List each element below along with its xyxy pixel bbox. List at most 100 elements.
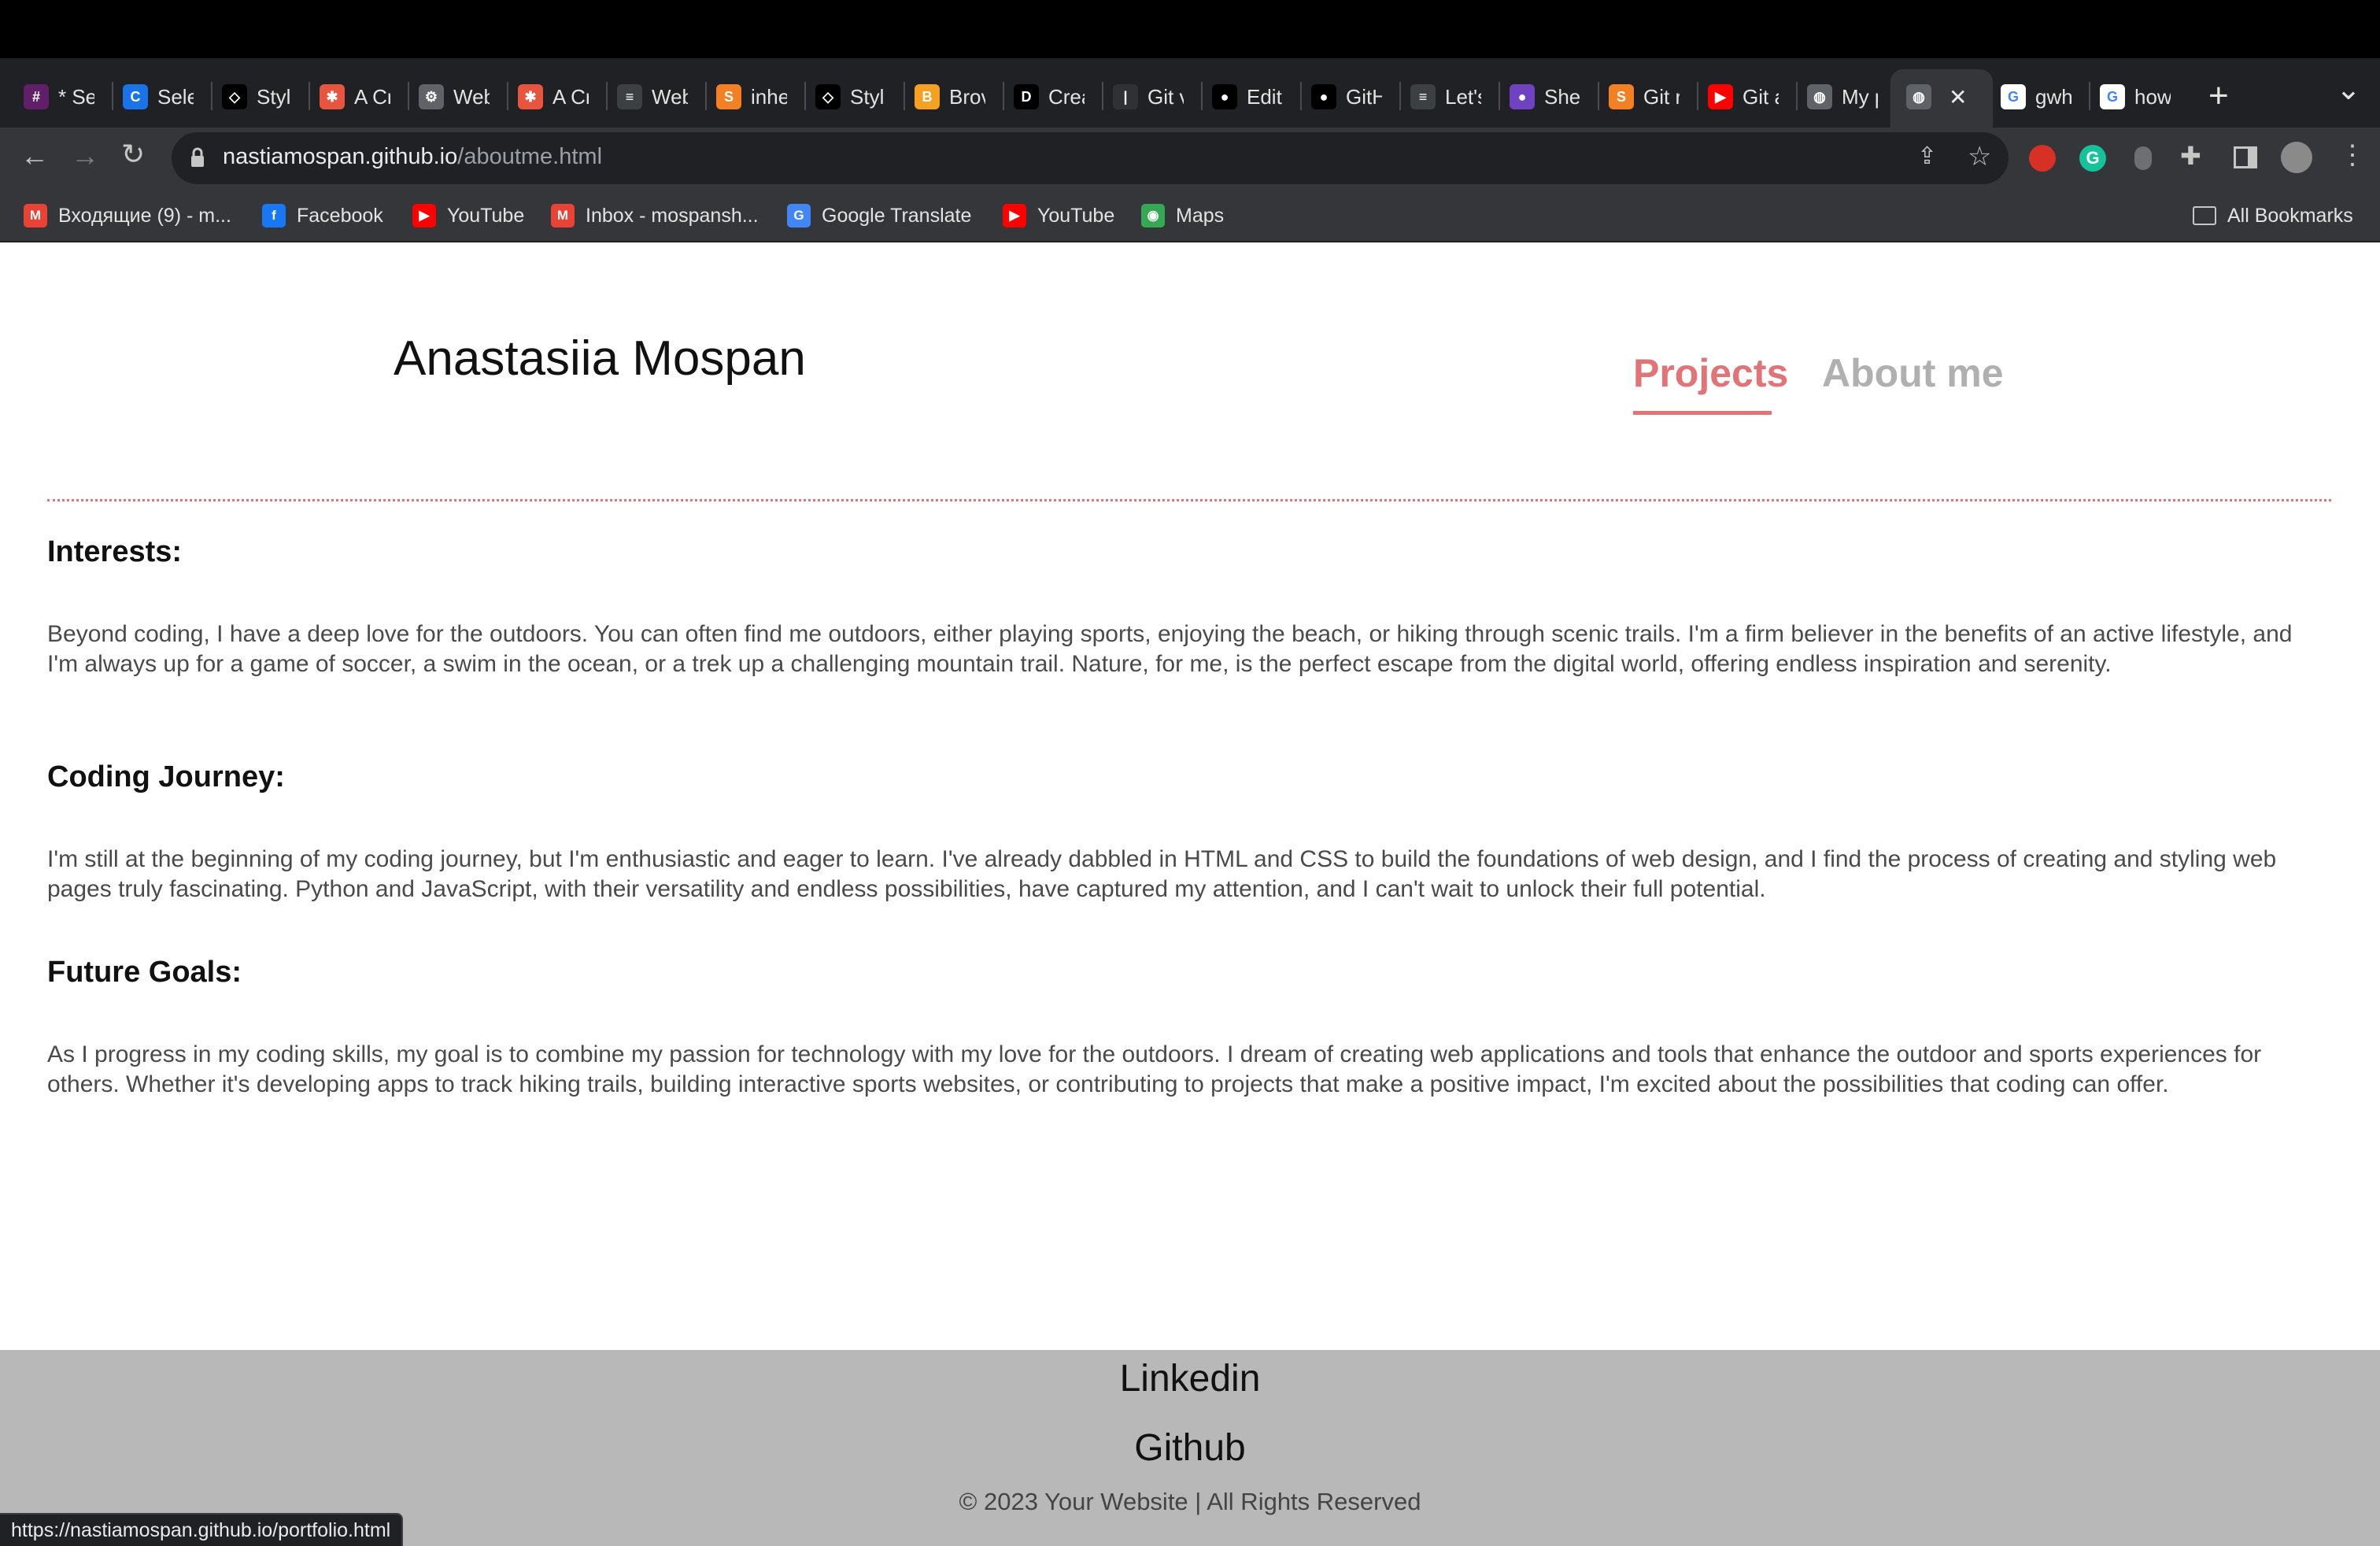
all-bookmarks-button[interactable]: All Bookmarks bbox=[2193, 200, 2353, 231]
gear-icon: ⚙ bbox=[419, 84, 444, 109]
bookmark-label: Inbox - mospansh... bbox=[586, 204, 759, 227]
browser-tab[interactable]: ≡ Let's bbox=[1410, 77, 1481, 117]
browser-tab[interactable]: ● She bbox=[1510, 77, 1580, 117]
browser-tab[interactable]: ◍ ✕ bbox=[1906, 77, 1967, 117]
browser-tab[interactable]: B Brov bbox=[915, 77, 985, 117]
browser-tab[interactable]: ⚙ Web bbox=[419, 77, 490, 117]
git-icon: | bbox=[1113, 84, 1138, 109]
adblock-extension-icon[interactable] bbox=[2029, 145, 2056, 172]
status-bar-url: https://nastiamospan.github.io/portfolio… bbox=[0, 1513, 404, 1546]
extensions-puzzle-icon[interactable]: ✚ bbox=[2180, 143, 2201, 168]
bookmark-item[interactable]: f Facebook bbox=[262, 200, 383, 231]
tab-title: how bbox=[2134, 84, 2171, 109]
asterisk-icon: ✱ bbox=[320, 84, 345, 109]
tab-title: Web bbox=[453, 84, 490, 109]
browser-menu-icon[interactable]: ⋮ bbox=[2339, 142, 2366, 168]
translate-icon: G bbox=[787, 204, 811, 227]
tab-separator bbox=[211, 82, 213, 110]
bookmark-label: YouTube bbox=[447, 204, 525, 227]
tab-title: Brov bbox=[949, 84, 985, 109]
google-icon: G bbox=[2100, 84, 2125, 109]
tab-separator bbox=[804, 82, 806, 110]
browser-tab[interactable]: ◍ My p bbox=[1807, 77, 1878, 117]
tab-title: inhe bbox=[751, 84, 787, 109]
new-tab-button[interactable]: + bbox=[2208, 76, 2229, 117]
browser-tab[interactable]: ▶ Git a bbox=[1708, 77, 1779, 117]
stackoverflow-icon: S bbox=[1609, 84, 1634, 109]
browser-tab[interactable]: ≡ Web bbox=[617, 77, 688, 117]
bookmark-item[interactable]: ◉ Maps bbox=[1141, 200, 1224, 231]
browser-tab[interactable]: ● GitH bbox=[1311, 77, 1382, 117]
close-tab-icon[interactable]: ✕ bbox=[1949, 84, 1967, 110]
slack-icon: # bbox=[24, 84, 49, 109]
section-heading-interests: Interests: bbox=[47, 535, 183, 568]
bookmark-item[interactable]: M Входящие (9) - m... bbox=[24, 200, 231, 231]
bookmark-item[interactable]: G Google Translate bbox=[787, 200, 971, 231]
browser-tab[interactable]: ◇ Styl bbox=[222, 77, 293, 117]
tab-separator bbox=[309, 82, 310, 110]
browser-tab[interactable]: ● Edit bbox=[1212, 77, 1283, 117]
reload-icon[interactable]: ↻ bbox=[121, 140, 145, 168]
section-text-interests: Beyond coding, I have a deep love for th… bbox=[47, 621, 2293, 677]
all-bookmarks-label: All Bookmarks bbox=[2227, 204, 2353, 227]
browser-tab[interactable]: | Git v bbox=[1113, 77, 1184, 117]
browser-tab[interactable]: C Sele bbox=[123, 77, 194, 117]
tab-separator bbox=[1796, 82, 1798, 110]
bars-icon: ≡ bbox=[1410, 84, 1436, 109]
tab-title: Git a bbox=[1743, 84, 1779, 109]
footer-link-linkedin[interactable]: Linkedin bbox=[0, 1357, 2380, 1400]
tab-separator bbox=[507, 82, 508, 110]
footer-link-github[interactable]: Github bbox=[0, 1426, 2380, 1470]
extension-icon[interactable] bbox=[2134, 146, 2152, 170]
tab-separator bbox=[1499, 82, 1500, 110]
browser-tab[interactable]: ◇ Styl bbox=[815, 77, 886, 117]
profile-avatar[interactable] bbox=[2281, 142, 2312, 173]
bookmark-item[interactable]: ▶ YouTube bbox=[412, 200, 524, 231]
section-text-coding-journey: I'm still at the beginning of my coding … bbox=[47, 846, 2277, 902]
tab-separator bbox=[1598, 82, 1599, 110]
share-icon[interactable]: ⇪ bbox=[1917, 145, 1937, 168]
tab-separator bbox=[2089, 82, 2090, 110]
lock-icon[interactable] bbox=[190, 147, 205, 168]
bookmark-star-icon[interactable]: ☆ bbox=[1968, 143, 1991, 170]
grammarly-extension-icon[interactable]: G bbox=[2079, 145, 2106, 172]
tab-separator bbox=[1697, 82, 1698, 110]
forward-arrow-icon[interactable]: → bbox=[71, 142, 99, 170]
back-arrow-icon[interactable]: ← bbox=[20, 142, 49, 170]
google-icon: G bbox=[2001, 84, 2026, 109]
dev-icon: D bbox=[1014, 84, 1039, 109]
browser-tab[interactable]: S Git r bbox=[1609, 77, 1680, 117]
tab-search-button[interactable]: ⌄ bbox=[2336, 72, 2361, 107]
nav-link-projects[interactable]: Projects bbox=[1633, 350, 1788, 396]
tab-title: GitH bbox=[1346, 84, 1382, 109]
youtube-icon: ▶ bbox=[1708, 84, 1733, 109]
browser-tab[interactable]: Ghow bbox=[2100, 77, 2171, 117]
gmail-icon: M bbox=[24, 204, 47, 227]
tab-title: Let's bbox=[1445, 84, 1481, 109]
tab-separator bbox=[1399, 82, 1401, 110]
browser-tab[interactable]: Ggwh bbox=[2001, 77, 2071, 117]
folder-icon bbox=[2193, 206, 2216, 225]
youtube-icon: ▶ bbox=[1003, 204, 1026, 227]
side-panel-icon[interactable] bbox=[2234, 146, 2257, 168]
circle-icon: ● bbox=[1510, 84, 1535, 109]
address-url[interactable]: nastiamospan.github.io/aboutme.html bbox=[223, 144, 602, 170]
github-icon: ● bbox=[1311, 84, 1336, 109]
bookmark-item[interactable]: ▶ YouTube bbox=[1003, 200, 1114, 231]
browser-tab[interactable]: # * Se bbox=[24, 77, 94, 117]
browser-tab[interactable]: Sinhe bbox=[716, 77, 787, 117]
bookmark-label: Google Translate bbox=[822, 204, 972, 227]
globe-icon: ◍ bbox=[1807, 84, 1832, 109]
tab-separator bbox=[1003, 82, 1004, 110]
tab-title: * Se bbox=[58, 84, 94, 109]
bookmark-item[interactable]: M Inbox - mospansh... bbox=[551, 200, 759, 231]
browser-tab[interactable]: D Crea bbox=[1014, 77, 1085, 117]
facebook-icon: f bbox=[262, 204, 286, 227]
github-icon: ● bbox=[1212, 84, 1237, 109]
nav-link-about-me[interactable]: About me bbox=[1822, 350, 2004, 396]
browser-tab[interactable]: ✱ A Cr bbox=[518, 77, 589, 117]
section-heading-future-goals: Future Goals: bbox=[47, 956, 242, 989]
browser-tab[interactable]: ✱ A Cr bbox=[320, 77, 390, 117]
address-path: /aboutme.html bbox=[457, 144, 603, 169]
footer-copyright: © 2023 Your Website | All Rights Reserve… bbox=[959, 1488, 1421, 1515]
